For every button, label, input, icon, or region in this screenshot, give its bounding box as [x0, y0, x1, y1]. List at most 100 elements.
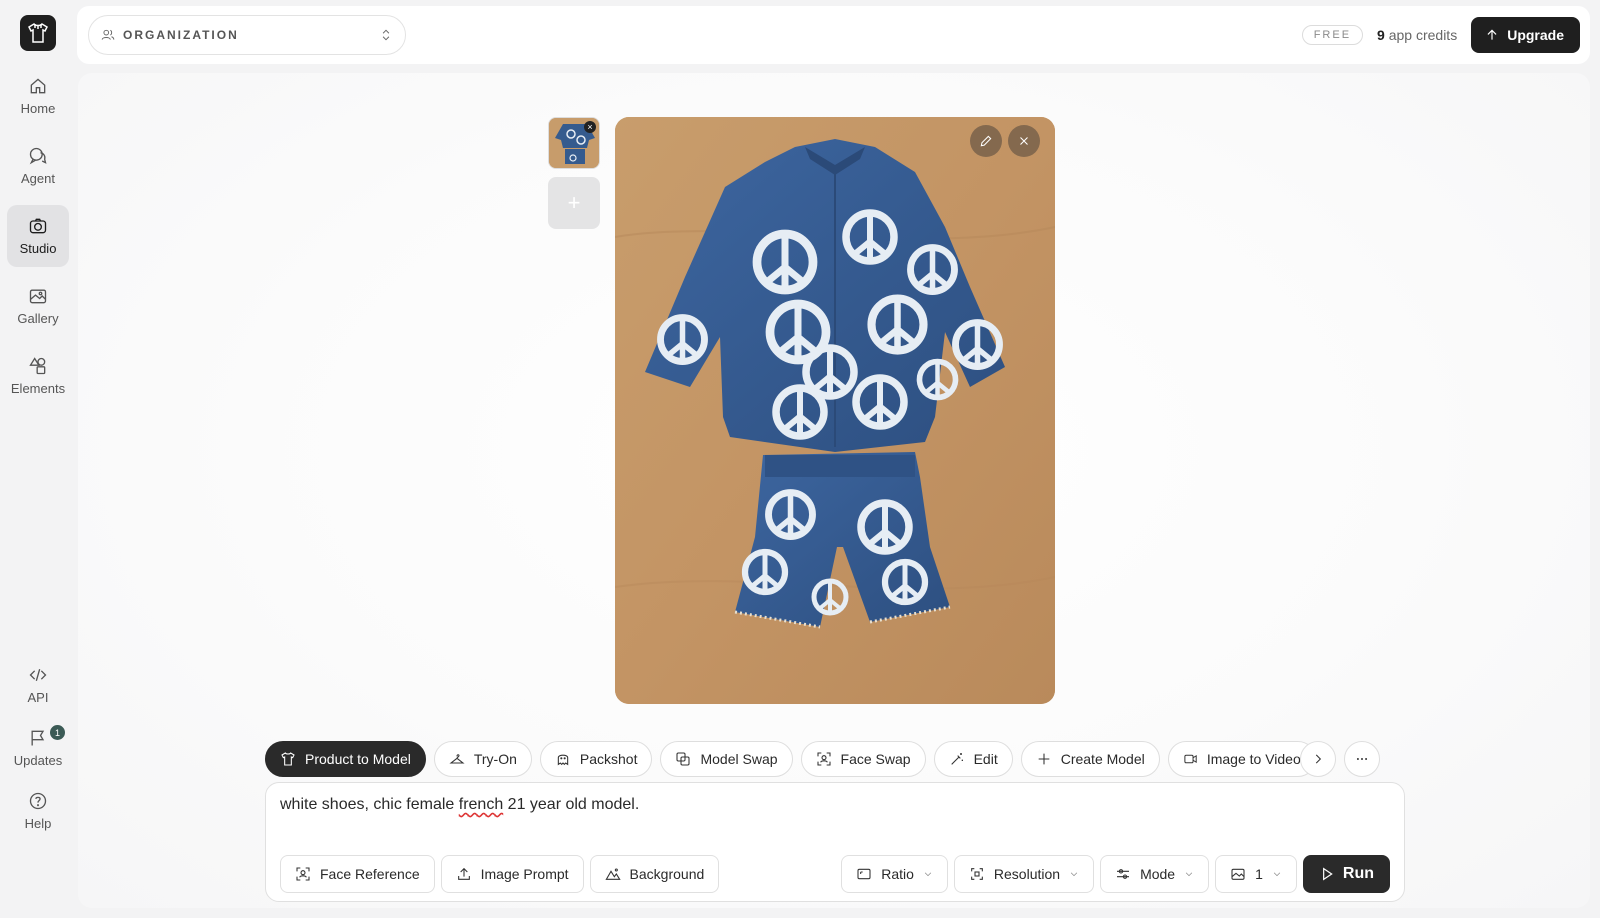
help-icon	[29, 792, 47, 810]
tool-packshot[interactable]: Packshot	[539, 741, 653, 777]
face-reference-label: Face Reference	[320, 866, 420, 882]
tool-model-swap[interactable]: Model Swap	[660, 741, 793, 777]
tool-face-swap[interactable]: Face Swap	[800, 741, 926, 777]
sidebar-item-updates[interactable]: Updates 1	[7, 717, 69, 779]
tool-label: Model Swap	[700, 751, 778, 767]
organization-selector[interactable]: ORGANIZATION	[88, 15, 406, 55]
prompt-misspelled-word: french	[458, 796, 504, 813]
ratio-dropdown[interactable]: Ratio	[841, 855, 948, 893]
chevron-down-icon	[1070, 872, 1078, 877]
prompt-options-row: Face Reference Image Prompt Background R…	[280, 855, 1390, 893]
code-icon	[29, 668, 47, 682]
ellipsis-icon	[1356, 758, 1367, 760]
updates-badge: 1	[50, 725, 65, 740]
plan-badge: FREE	[1301, 25, 1364, 45]
close-icon	[1020, 137, 1028, 145]
image-count-value: 1	[1255, 866, 1263, 882]
sliders-icon	[1117, 869, 1130, 879]
product-image-preview	[615, 117, 1055, 704]
magic-wand-icon	[950, 753, 963, 765]
video-icon	[1184, 754, 1197, 764]
app-logo[interactable]	[20, 15, 56, 51]
credits-count: 9	[1377, 27, 1385, 43]
aspect-ratio-icon	[857, 868, 871, 880]
prompt-text-before: white shoes, chic female	[280, 796, 459, 813]
arrow-up-icon	[1487, 29, 1497, 40]
image-prompt-label: Image Prompt	[480, 866, 569, 882]
tool-label: Edit	[973, 751, 998, 767]
prompt-box[interactable]: white shoes, chic female french 21 year …	[265, 782, 1405, 902]
resolution-label: Resolution	[993, 866, 1061, 882]
background-button[interactable]: Background	[589, 855, 720, 893]
home-icon	[30, 78, 46, 94]
mode-label: Mode	[1140, 866, 1176, 882]
sidebar-item-studio[interactable]: Studio	[7, 205, 69, 267]
shapes-icon	[29, 357, 46, 375]
sidebar-item-label: Updates	[13, 753, 63, 768]
tool-try-on[interactable]: Try-On	[433, 741, 532, 777]
hanger-icon	[449, 754, 465, 764]
face-reference-button[interactable]: Face Reference	[280, 855, 435, 893]
sidebar-item-gallery[interactable]: Gallery	[7, 275, 69, 337]
tool-label: Image to Video	[1206, 751, 1301, 767]
sidebar-item-label: API	[27, 690, 49, 705]
sidebar-item-label: Gallery	[17, 311, 59, 326]
organization-label: ORGANIZATION	[123, 28, 239, 42]
flag-icon	[31, 730, 45, 746]
input-image-thumbnail[interactable]: ×	[548, 117, 600, 169]
sidebar: Home Agent Studio Gallery Elements API U…	[0, 0, 76, 910]
run-button[interactable]: Run	[1302, 855, 1390, 893]
add-image-button[interactable]: +	[548, 177, 600, 229]
ghost-icon	[557, 754, 569, 766]
remove-image-button[interactable]	[1008, 125, 1040, 157]
tool-label: Face Swap	[840, 751, 911, 767]
sidebar-item-agent[interactable]: Agent	[7, 135, 69, 197]
tool-label: Try-On	[473, 751, 517, 767]
tool-product-to-model[interactable]: Product to Model	[265, 741, 426, 777]
camera-icon	[29, 218, 47, 234]
sidebar-item-label: Help	[24, 816, 52, 831]
plus-icon: +	[567, 190, 581, 215]
images-icon	[1231, 868, 1245, 880]
credits-label: app credits	[1388, 27, 1458, 43]
ratio-label: Ratio	[881, 866, 914, 882]
shirt-logo-icon	[28, 22, 48, 43]
prompt-input[interactable]: white shoes, chic female french 21 year …	[280, 796, 639, 814]
mode-dropdown[interactable]: Mode	[1100, 855, 1210, 893]
upload-icon	[457, 867, 470, 880]
sidebar-item-label: Home	[20, 101, 56, 116]
mountains-icon	[604, 868, 621, 880]
run-label: Run	[1342, 865, 1374, 882]
pencil-icon	[980, 135, 992, 147]
upgrade-button[interactable]: Upgrade	[1471, 17, 1580, 53]
image-count-dropdown[interactable]: 1	[1215, 855, 1297, 893]
tool-label: Packshot	[579, 751, 638, 767]
chevron-down-icon	[1185, 872, 1193, 877]
tool-edit[interactable]: Edit	[933, 741, 1013, 777]
tool-selector: Product to Model Try-On Packshot Model S…	[265, 741, 1380, 777]
sidebar-item-label: Agent	[21, 171, 55, 186]
sidebar-item-label: Elements	[10, 381, 66, 396]
edit-image-button[interactable]	[970, 125, 1002, 157]
scroll-tools-right-button[interactable]	[1299, 741, 1336, 777]
upgrade-label: Upgrade	[1507, 27, 1564, 43]
resolution-dropdown[interactable]: Resolution	[953, 855, 1095, 893]
face-scan-icon	[296, 867, 310, 881]
chevron-down-icon	[924, 872, 932, 877]
chevron-down-icon	[1273, 872, 1281, 877]
sidebar-item-help[interactable]: Help	[7, 780, 69, 842]
face-scan-icon	[816, 752, 831, 766]
tool-image-to-video[interactable]: Image to Video	[1167, 741, 1316, 777]
image-prompt-button[interactable]: Image Prompt	[440, 855, 584, 893]
chat-icon	[29, 147, 47, 165]
chevron-updown-icon	[382, 29, 390, 41]
sidebar-item-elements[interactable]: Elements	[7, 345, 69, 407]
sidebar-item-api[interactable]: API	[7, 654, 69, 716]
sidebar-item-home[interactable]: Home	[7, 65, 69, 127]
swap-icon	[676, 752, 691, 766]
remove-thumbnail-icon[interactable]: ×	[584, 121, 596, 133]
more-options-button[interactable]	[1343, 741, 1380, 777]
plus-icon	[1038, 753, 1050, 765]
tool-label: Create Model	[1060, 751, 1145, 767]
tool-create-model[interactable]: Create Model	[1020, 741, 1160, 777]
